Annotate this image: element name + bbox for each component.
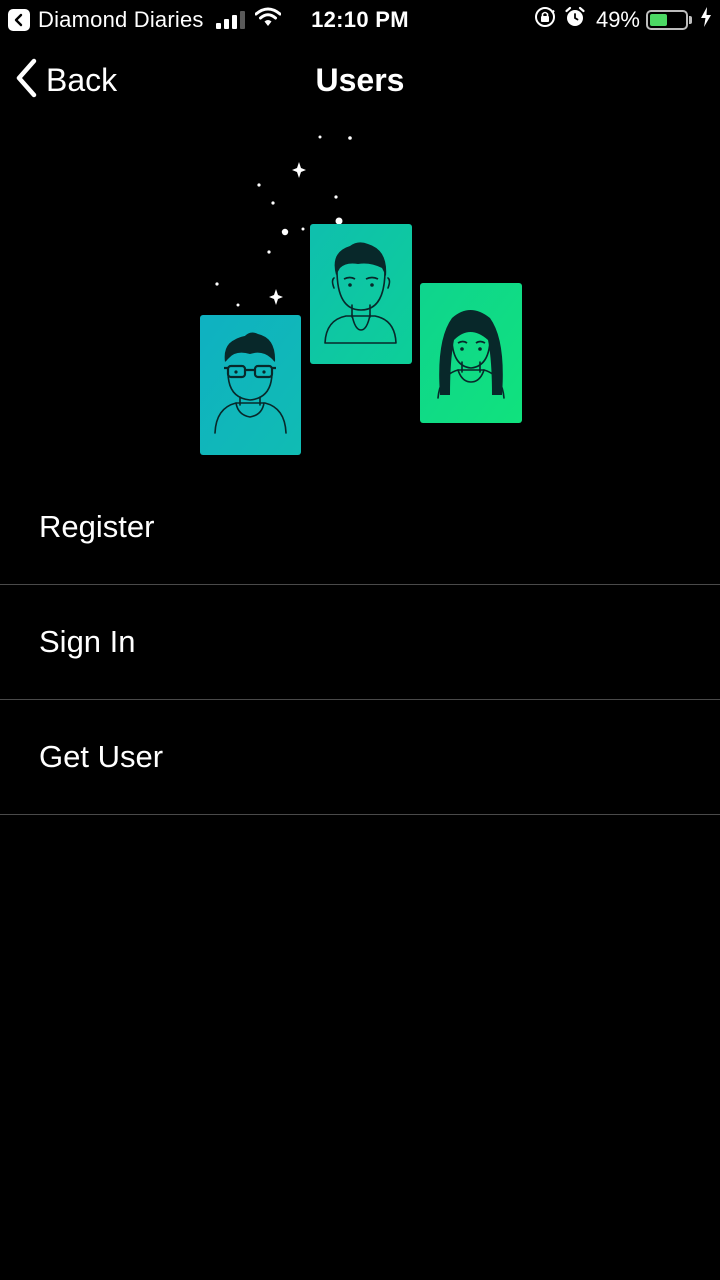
get-user-label: Get User — [39, 739, 164, 774]
sign-in-label: Sign In — [39, 624, 136, 659]
battery-fill — [650, 14, 667, 26]
user-card-glasses — [200, 315, 301, 455]
user-card-woman — [420, 283, 522, 423]
battery-cap — [689, 16, 692, 24]
register-label: Register — [39, 509, 155, 544]
battery-percent: 49% — [595, 7, 640, 32]
charging-bolt-icon — [700, 7, 712, 33]
page-title: Users — [315, 62, 405, 98]
user-card-man — [310, 224, 412, 364]
orientation-lock-icon — [534, 6, 556, 34]
status-right: 49% — [526, 6, 712, 34]
user-actions-list: Register Sign In Get User — [0, 470, 720, 815]
navigation-bar: Back Users — [0, 44, 720, 120]
status-bar: Diamond Diaries 12:10 PM 49% — [0, 0, 720, 40]
users-screen: Diamond Diaries 12:10 PM 49% Back Users … — [0, 0, 720, 1280]
alarm-icon — [564, 6, 586, 34]
user-cards-illustration — [0, 120, 720, 470]
register-row[interactable]: Register — [0, 470, 720, 585]
sign-in-row[interactable]: Sign In — [0, 585, 720, 700]
battery-icon — [646, 10, 688, 30]
get-user-row[interactable]: Get User — [0, 700, 720, 815]
